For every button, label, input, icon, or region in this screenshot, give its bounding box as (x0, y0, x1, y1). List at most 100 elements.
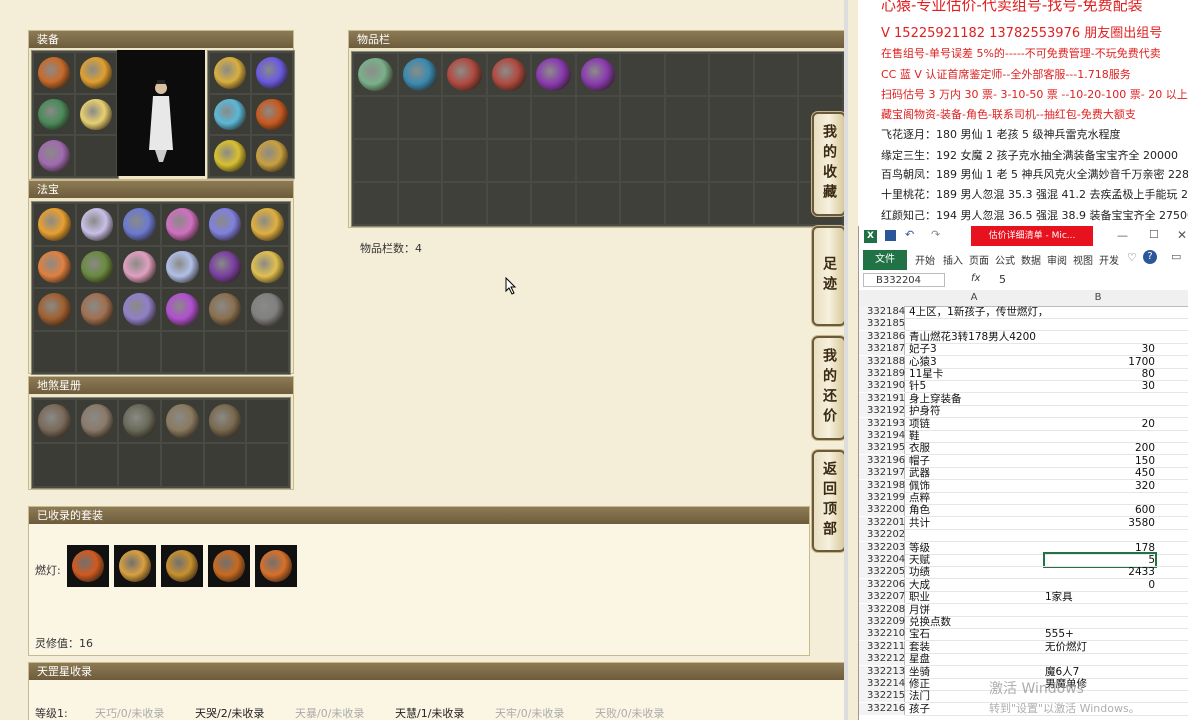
earth-slot[interactable] (162, 400, 203, 442)
cell-a[interactable]: 针5 (909, 380, 1043, 392)
footprint-button[interactable]: 足迹 (812, 226, 846, 326)
cell-a[interactable]: 点粹 (909, 492, 1043, 504)
cell-b[interactable]: 600 (1045, 504, 1155, 516)
row-number[interactable]: 332191 (859, 392, 905, 405)
sheet-row[interactable]: 332194 鞋 (859, 430, 1188, 443)
cell-b[interactable]: 1家具 (1045, 591, 1155, 603)
equip-slot[interactable] (252, 136, 292, 176)
formula-input[interactable]: 5 (999, 273, 1006, 286)
earth-slot[interactable] (34, 400, 75, 442)
earth-slot[interactable] (247, 400, 288, 442)
cell-a[interactable]: 大成 (909, 579, 1043, 591)
treasure-slot[interactable] (76, 204, 118, 245)
cell-a[interactable]: 兑换点数 (909, 616, 1043, 628)
cell-a[interactable]: 项链 (909, 418, 1043, 430)
tab-formula[interactable]: 公式 (995, 252, 1015, 267)
row-number[interactable]: 332184 (859, 306, 905, 318)
inventory-slot[interactable] (621, 97, 664, 138)
tab-page[interactable]: 页面 (969, 252, 989, 267)
sheet-row[interactable]: 332205 功绩 2433 (859, 566, 1188, 580)
sheet-row[interactable]: 332206 大成 0 (859, 578, 1188, 592)
save-icon[interactable] (885, 230, 896, 241)
cell-a[interactable]: 职业 (909, 591, 1043, 603)
equip-slot[interactable] (210, 94, 250, 135)
sheet-row[interactable]: 332211 套装 无价燃灯 (859, 640, 1188, 654)
sheet-row[interactable]: 332210 宝石 555+ (859, 628, 1188, 642)
inventory-slot[interactable] (398, 183, 442, 224)
inventory-slot[interactable] (710, 183, 753, 224)
equip-slot[interactable] (34, 53, 74, 93)
sheet-row[interactable]: 332188 心猿3 1700 (859, 355, 1188, 369)
row-number[interactable]: 332195 (859, 442, 905, 455)
cell-a[interactable]: 鞋 (909, 430, 1043, 442)
row-number[interactable]: 332197 (859, 467, 905, 480)
inventory-slot[interactable] (621, 54, 664, 95)
inventory-slot[interactable] (443, 140, 486, 181)
tab-home[interactable]: 开始 (915, 252, 935, 267)
equip-slot[interactable] (34, 136, 74, 176)
inventory-slot[interactable] (487, 54, 531, 95)
row-number[interactable]: 332190 (859, 380, 905, 393)
cell-a[interactable]: 共计 (909, 517, 1043, 529)
sheet-row[interactable]: 332186 青山燃花3转178男人4200 (859, 330, 1188, 344)
cell-a[interactable]: 衣服 (909, 442, 1043, 454)
cell-a[interactable]: 宝石 (909, 628, 1043, 640)
sheet-row[interactable]: 332212 星盘 (859, 653, 1188, 667)
earth-slot[interactable] (76, 444, 118, 486)
treasure-slot[interactable] (76, 331, 118, 372)
column-header-b[interactable]: B (1043, 290, 1154, 307)
cell-a[interactable]: 11星卡 (909, 368, 1043, 380)
equip-slot[interactable] (210, 136, 250, 176)
cell-b[interactable]: 555+ (1045, 628, 1155, 640)
treasure-slot[interactable] (34, 331, 75, 372)
sheet-row[interactable]: 332201 共计 3580 (859, 516, 1188, 530)
inventory-slot[interactable] (443, 54, 486, 95)
treasure-slot[interactable] (119, 331, 160, 372)
cell-b[interactable]: 80 (1045, 368, 1155, 380)
cell-b[interactable]: 30 (1045, 380, 1155, 392)
sheet-grid[interactable]: 3321844上区，1新孩子，传世燃灯，龙兔，装备宝宝齐全33218533218… (859, 306, 1188, 720)
inventory-slot[interactable] (710, 54, 753, 95)
sheet-row[interactable]: 332192 护身符 (859, 405, 1188, 419)
row-number[interactable]: 332192 (859, 405, 905, 418)
cell-a[interactable]: 4上区，1新孩子，传世燃灯，龙兔，装备宝宝齐全 (909, 306, 1043, 318)
cell-b[interactable]: 无价燃灯 (1045, 641, 1155, 653)
row-number[interactable]: 332211 (859, 640, 905, 653)
tab-data[interactable]: 数据 (1021, 252, 1041, 267)
row-number[interactable]: 332198 (859, 479, 905, 492)
equip-slot[interactable] (76, 94, 116, 135)
sheet-row[interactable]: 332191 身上穿装备 (859, 392, 1188, 406)
set-item[interactable] (114, 545, 156, 587)
help-icon[interactable]: ? (1143, 250, 1157, 264)
my-bargain-button[interactable]: 我的还价 (812, 336, 846, 440)
cell-b[interactable]: 178 (1045, 542, 1155, 554)
undo-icon[interactable]: ↶ (905, 228, 914, 241)
maximize-icon[interactable]: ☐ (1149, 228, 1159, 241)
inventory-slot[interactable] (354, 183, 397, 224)
sheet-row[interactable]: 332208 月饼 (859, 603, 1188, 617)
inventory-slot[interactable] (621, 183, 664, 224)
inventory-slot[interactable] (487, 140, 531, 181)
inventory-slot[interactable] (443, 183, 486, 224)
inventory-slot[interactable] (532, 140, 575, 181)
sheet-row[interactable]: 332184 4上区，1新孩子，传世燃灯，龙兔，装备宝宝齐全 (859, 306, 1188, 319)
inventory-slot[interactable] (532, 97, 575, 138)
cell-a[interactable]: 心猿3 (909, 356, 1043, 368)
row-number[interactable]: 332186 (859, 330, 905, 343)
treasure-slot[interactable] (162, 204, 203, 245)
row-number[interactable]: 332209 (859, 616, 905, 628)
equip-slot[interactable] (252, 94, 292, 135)
cell-b[interactable]: 5 (1043, 552, 1157, 568)
inventory-slot[interactable] (754, 54, 798, 95)
inventory-slot[interactable] (443, 97, 486, 138)
treasure-slot[interactable] (162, 331, 203, 372)
inventory-slot[interactable] (665, 97, 709, 138)
inventory-slot[interactable] (487, 97, 531, 138)
inventory-slot[interactable] (487, 183, 531, 224)
sheet-row[interactable]: 332200 角色 600 (859, 504, 1188, 518)
row-number[interactable]: 332215 (859, 690, 905, 703)
equip-slot[interactable] (252, 53, 292, 93)
inventory-slot[interactable] (665, 54, 709, 95)
equip-slot[interactable] (76, 53, 116, 93)
sheet-row[interactable]: 332187 妃子3 30 (859, 343, 1188, 357)
